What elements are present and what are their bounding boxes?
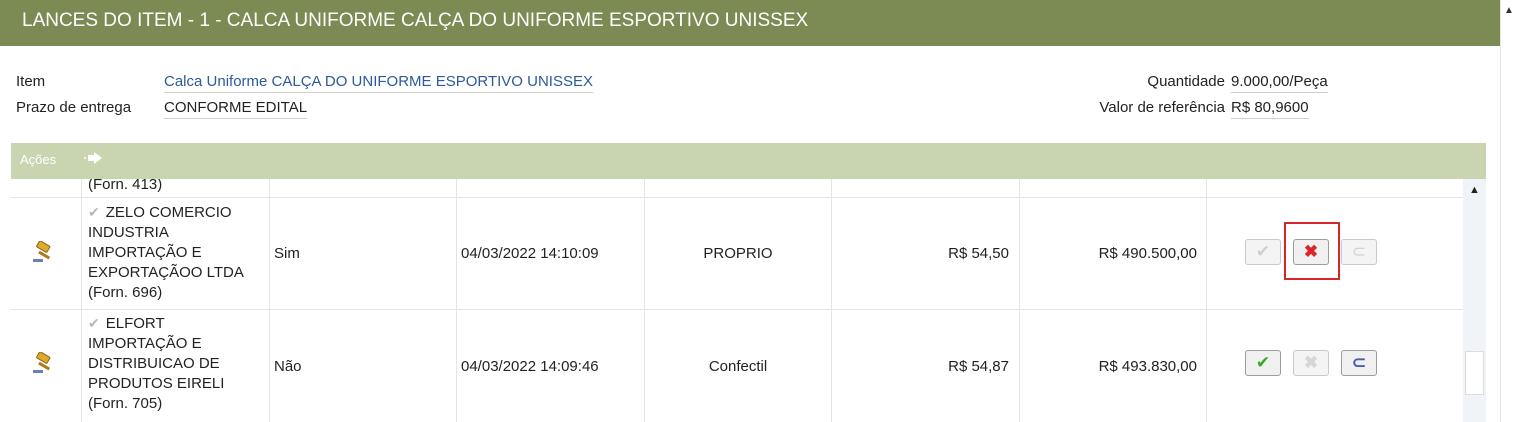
actions-label[interactable]: Ações: [20, 152, 56, 167]
bid-brand: PROPRIO: [645, 197, 832, 309]
me-epp-cell: Não: [270, 310, 457, 422]
scrollbar-thumb[interactable]: [1465, 351, 1484, 395]
supplier-name-line: IMPORTAÇÃO E: [88, 335, 202, 352]
supplier-name-line: ELFORT: [105, 315, 165, 332]
bid-datetime: 04/03/2022 14:10:09: [457, 197, 645, 309]
supplier-name-line: PRODUTOS EIRELI: [88, 375, 225, 392]
supplier-name-line: IMPORTAÇÃO E: [88, 244, 202, 261]
accept-button[interactable]: ✔: [1245, 350, 1281, 376]
actions-bar[interactable]: Ações: [11, 143, 1486, 179]
table-row: ✔ ZELO COMERCIO INDUSTRIA IMPORTAÇÃO E EX…: [11, 197, 1463, 310]
table-scrollbar[interactable]: ▲: [1463, 179, 1486, 422]
close-icon: ✖: [1303, 353, 1319, 372]
scroll-up-icon[interactable]: ▲: [1469, 184, 1480, 196]
gavel-icon[interactable]: [31, 240, 57, 263]
supplier-id: (Forn. 696): [88, 284, 163, 301]
unit-value: R$ 54,87: [832, 310, 1020, 422]
valor-referencia-value: R$ 80,9600: [1231, 99, 1309, 119]
bid-datetime: 04/03/2022 14:09:46: [457, 310, 645, 422]
paperclip-icon: ⊂: [1351, 353, 1367, 372]
reject-button[interactable]: ✖: [1293, 350, 1329, 376]
bids-table: (Forn. 413) ✔ ZELO COMERCIO INDUSTRIA IMP…: [11, 179, 1463, 422]
supplier-name-line: EXPORTAÇÃOO LTDA: [88, 264, 244, 281]
page-title: LANCES DO ITEM - 1 - CALCA UNIFORME CALÇ…: [0, 0, 1500, 46]
quantidade-value: 9.000,00/Peça: [1231, 73, 1328, 93]
item-link[interactable]: Calca Uniforme CALÇA DO UNIFORME ESPORTI…: [164, 73, 593, 93]
quantidade-label: Quantidade: [1147, 73, 1225, 90]
supplier-name-line: INDUSTRIA: [88, 224, 169, 241]
table-row: (Forn. 413): [11, 179, 1463, 198]
bid-brand: Confectil: [645, 310, 832, 422]
checkmark-icon: ✔: [1255, 353, 1271, 372]
arrow-right-icon[interactable]: [83, 151, 103, 169]
total-value: R$ 493.830,00: [1020, 310, 1207, 422]
paperclip-icon: ⊂: [1351, 242, 1367, 261]
check-icon: ✔: [88, 204, 100, 220]
checkmark-icon: ✔: [1255, 242, 1271, 261]
prazo-value: CONFORME EDITAL: [164, 99, 308, 119]
attachment-button[interactable]: ⊂: [1341, 350, 1377, 376]
reject-highlight-box: [1284, 222, 1340, 280]
supplier-name-line: DISTRIBUICAO DE: [88, 355, 220, 372]
check-icon: ✔: [88, 315, 100, 331]
supplier-id: (Forn. 705): [88, 395, 163, 412]
valor-referencia-label: Valor de referência: [1099, 99, 1225, 116]
scroll-up-icon[interactable]: ▲: [1504, 5, 1514, 16]
item-label: Item: [16, 73, 46, 90]
me-epp-cell: Sim: [270, 197, 457, 309]
gavel-icon[interactable]: [31, 351, 57, 374]
table-row: ✔ ELFORT IMPORTAÇÃO E DISTRIBUICAO DE PRO…: [11, 310, 1463, 422]
prazo-label: Prazo de entrega: [16, 99, 132, 116]
unit-value: R$ 54,50: [832, 197, 1020, 309]
page-scrollbar[interactable]: ▲: [1500, 0, 1518, 422]
supplier-id: (Forn. 413): [88, 179, 163, 193]
total-value: R$ 490.500,00: [1020, 197, 1207, 309]
supplier-name-line: ZELO COMERCIO: [105, 204, 232, 221]
attachment-button[interactable]: ⊂: [1341, 239, 1377, 265]
accept-button[interactable]: ✔: [1245, 239, 1281, 265]
